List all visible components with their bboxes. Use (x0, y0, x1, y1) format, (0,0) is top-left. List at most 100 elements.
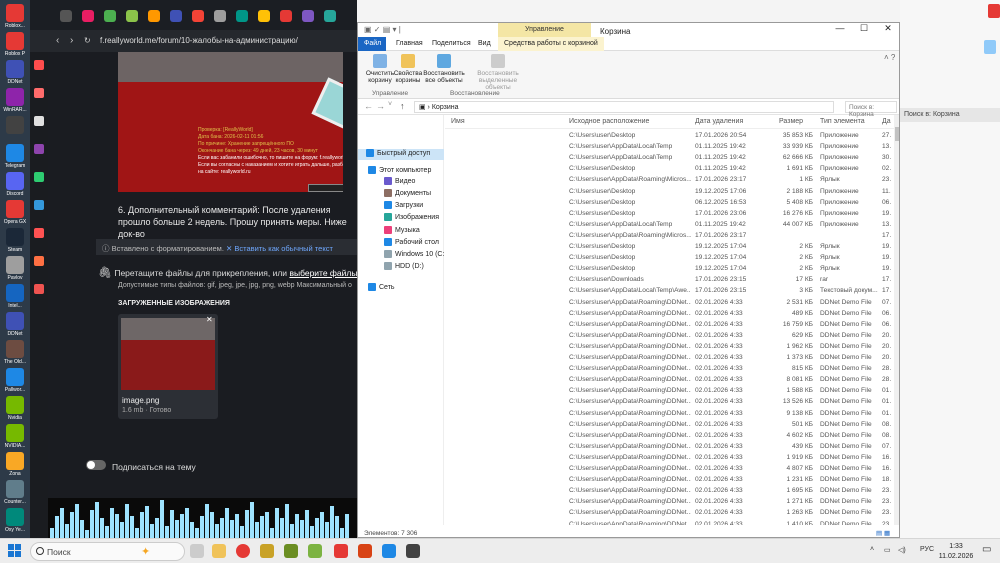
tab-share[interactable]: Поделиться (426, 37, 477, 51)
app-icon[interactable] (406, 544, 420, 558)
tray-overflow-icon[interactable]: ˄ (870, 546, 874, 553)
tab-icon[interactable] (214, 10, 226, 22)
table-row[interactable]: CheatEngine76C:\Users\user\Desktop17.01.… (445, 131, 895, 142)
nav-item-windows-drive[interactable]: Windows 10 (C:) (358, 250, 444, 261)
table-row[interactable]: tmpF374.tmpC:\Users\user\AppData\Local\T… (445, 220, 895, 231)
table-row[interactable]: AliveFNG_2025-12-07_03-13-27C:\Users\use… (445, 442, 895, 453)
file-drop-zone[interactable]: 🖇 Перетащите файлы для прикрепления, или… (98, 266, 357, 279)
volume-icon[interactable]: ◁) (898, 546, 906, 554)
tab-recycle-tools[interactable]: Средства работы с корзиной (498, 37, 604, 51)
language-indicator[interactable]: РУС (920, 546, 934, 553)
search-input[interactable]: Поиск в: Корзина (845, 101, 897, 118)
tab-icon[interactable] (82, 10, 94, 22)
restore-all-button[interactable]: Восстановить все объекты (422, 54, 466, 90)
back-arrow-icon[interactable]: ← (364, 101, 373, 111)
address-path[interactable]: ▣ › Корзина (414, 101, 834, 113)
telegram-icon[interactable] (34, 200, 44, 210)
quick-access-toolbar[interactable]: ▣ ✓ ▤ ▾ | (364, 25, 401, 34)
table-row[interactable]: KL Inst DownUPC:\Users\user\Desktop19.12… (445, 187, 895, 198)
nav-item-videos[interactable]: Видео (358, 177, 444, 188)
table-row[interactable]: configsC:\Users\user\Downloads17.01.2026… (445, 275, 895, 286)
nav-item-pictures[interactable]: Изображения (358, 213, 444, 224)
table-row[interactable]: Copy Love Box 2b_2025-11-23_20-...C:\Use… (445, 520, 895, 526)
column-date-deleted[interactable]: Дата удаления (695, 118, 743, 125)
close-button[interactable]: ✕ (876, 23, 899, 37)
clock[interactable]: 1:33 11.02.2026 (938, 542, 974, 562)
tab-icon[interactable] (104, 10, 116, 22)
paste-plain-label[interactable]: Вставить как обычный текст (234, 244, 333, 253)
paste-plain-link[interactable]: ✕ Вставить как обычный текст (226, 244, 333, 253)
nav-item-quick-access[interactable]: Быстрый доступ (358, 149, 444, 160)
nav-item-documents[interactable]: Документы (358, 189, 444, 200)
nav-item-music[interactable]: Музыка (358, 226, 444, 237)
minecraft-launcher-icon[interactable] (260, 544, 274, 558)
sidebar-app-icon[interactable] (34, 88, 44, 98)
table-row[interactable]: tmp7CCE.tmpC:\Users\user\AppData\Local\T… (445, 142, 895, 153)
table-row[interactable]: Copy Love Box 2b_2025-11-23_14-...C:\Use… (445, 486, 895, 497)
table-row[interactable]: tmp8C5E.tmpC:\Users\user\AppData\Local\T… (445, 153, 895, 164)
tab-icon[interactable] (60, 10, 72, 22)
column-date[interactable]: Да (882, 118, 891, 125)
subscribe-toggle[interactable] (86, 460, 106, 470)
ribbon-collapse-icon[interactable]: ˄ ? (884, 53, 895, 62)
table-row[interactable]: BrowserInstallerC:\Users\user\Desktop01.… (445, 164, 895, 175)
table-row[interactable]: Arctic Festivity_2025-11-16_21-30-59C:\U… (445, 464, 895, 475)
sidebar-app-icon[interactable] (34, 116, 44, 126)
table-row[interactable]: 2 Days in the back_2025-12-08_18-...C:\U… (445, 431, 895, 442)
table-row[interactable]: 2 Days in the back_2025-12-01_20-...C:\U… (445, 397, 895, 408)
table-row[interactable]: https--nursultan.fun-api-launcher-...C:\… (445, 175, 895, 186)
choose-files-link[interactable]: выберите файлы ... (289, 268, 357, 278)
whatsapp-icon[interactable] (34, 172, 44, 182)
table-row[interactable]: Мир ТанковC:\Users\user\Desktop19.12.202… (445, 264, 895, 275)
table-row[interactable]: ВарфейсC:\Users\user\Desktop19.12.2025 1… (445, 253, 895, 264)
tab-icon[interactable] (170, 10, 182, 22)
notification-icon[interactable]: ▭ (982, 544, 991, 555)
media-player-icon[interactable] (334, 544, 348, 558)
app-icon[interactable] (358, 544, 372, 558)
minimize-button[interactable]: — (828, 23, 852, 37)
column-location[interactable]: Исходное расположение (569, 118, 649, 125)
table-row[interactable]: ПРОЧИТАЙ READ MEC:\Users\user\AppData\Lo… (445, 286, 895, 297)
url-field[interactable]: f.reallyworld.me/forum/10-жалобы-на-адми… (100, 36, 298, 45)
taskbar-search[interactable]: Поиск ✦ (30, 542, 185, 561)
table-row[interactable]: NursultanC:\Users\user\Desktop17.01.2026… (445, 209, 895, 220)
nav-item-downloads[interactable]: Загрузки (358, 201, 444, 212)
column-size[interactable]: Размер (779, 118, 803, 125)
app-tile-icon[interactable] (988, 4, 1000, 18)
column-type[interactable]: Тип элемента (820, 118, 865, 125)
opera-gx-icon[interactable] (236, 544, 250, 558)
tab-icon[interactable] (236, 10, 248, 22)
table-row[interactable]: 2 Days in the back_2025-12-01_20-...C:\U… (445, 386, 895, 397)
table-row[interactable]: [S] LAVITA_2025-11-07_19-10-44C:\Users\u… (445, 298, 895, 309)
table-row[interactable]: Copy Love Box 2b_2025-11-18_16-...C:\Use… (445, 475, 895, 486)
twitch-icon[interactable] (34, 144, 44, 154)
nav-item-network[interactable]: Сеть (358, 283, 444, 294)
table-row[interactable]: neoforge-21.1.215-installerC:\Users\user… (445, 198, 895, 209)
windows-start-icon[interactable] (8, 544, 22, 558)
forward-icon[interactable]: › (70, 35, 73, 46)
file-explorer-icon[interactable] (212, 544, 226, 558)
table-row[interactable]: 2 Days in the back_2025-11-06_20-...C:\U… (445, 320, 895, 331)
table-row[interactable]: Вар ТандерC:\Users\user\Desktop19.12.202… (445, 242, 895, 253)
tab-icon[interactable] (192, 10, 204, 22)
table-row[interactable]: 2 Days in the back_2025-11-28_09-...C:\U… (445, 375, 895, 386)
close-icon[interactable]: ✕ (206, 315, 213, 324)
nav-item-desktop[interactable]: Рабочий стол (358, 238, 444, 249)
tab-home[interactable]: Главная (390, 37, 429, 51)
view-toggle-icons[interactable]: ▤ ▦ (876, 529, 890, 537)
tab-icon[interactable] (280, 10, 292, 22)
scrollbar-thumb[interactable] (895, 127, 899, 141)
tab-icon[interactable] (302, 10, 314, 22)
uploaded-image-card[interactable]: ✕ image.png 1.6 mb · Готово (118, 314, 218, 419)
nav-item-hdd-drive[interactable]: HDD (D:) (358, 262, 444, 273)
restore-selected-button[interactable]: Восстановить выделенные объекты (470, 54, 526, 91)
tab-icon[interactable] (324, 10, 336, 22)
tab-icon[interactable] (126, 10, 138, 22)
forward-arrow-icon[interactable]: → (376, 101, 385, 111)
sidebar-app-icon[interactable] (34, 228, 44, 238)
table-row[interactable]: Copy Love Box 2b_2025-11-23_15-...C:\Use… (445, 497, 895, 508)
sidebar-app-icon[interactable] (34, 256, 44, 266)
table-row[interactable]: 2 Days in the back_2025-11-06_20-...C:\U… (445, 309, 895, 320)
back-icon[interactable]: ‹ (56, 35, 59, 46)
table-row[interactable]: Arctic Festivity_2025-11-16_21-29-32C:\U… (445, 453, 895, 464)
